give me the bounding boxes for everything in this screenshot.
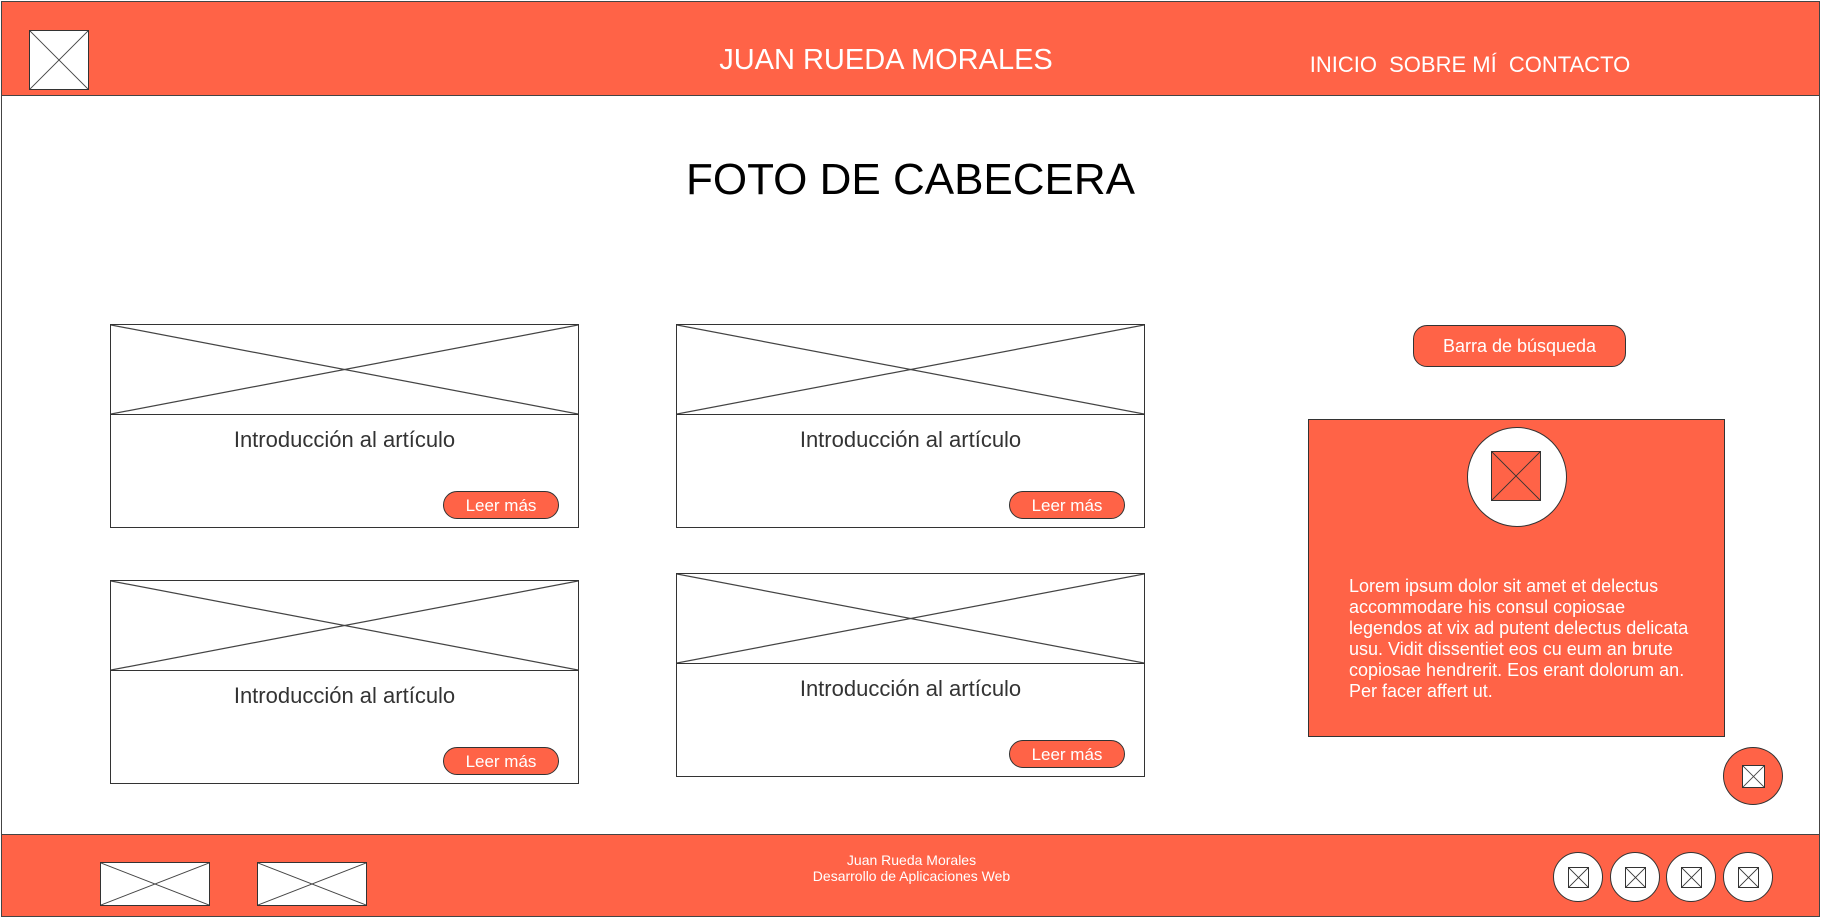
read-more-button[interactable]: Leer más (1009, 491, 1125, 519)
image-placeholder-icon (1681, 867, 1702, 888)
article-image-placeholder-icon (110, 324, 579, 415)
social-link-1[interactable] (1553, 852, 1603, 902)
footer-image-placeholder-icon (100, 862, 210, 906)
social-link-2[interactable] (1610, 852, 1660, 902)
nav-item-inicio[interactable]: INICIO (1310, 52, 1377, 77)
logo-image-placeholder-icon[interactable] (29, 30, 89, 90)
article-card-1: Introducción al artículo Leer más (110, 324, 579, 528)
image-placeholder-icon (1568, 867, 1589, 888)
footer-name: Juan Rueda Morales (846, 852, 977, 868)
article-image-placeholder-icon (676, 573, 1145, 664)
article-image-placeholder-icon (676, 324, 1145, 415)
read-more-button[interactable]: Leer más (443, 747, 559, 775)
avatar-image-placeholder-icon (1491, 451, 1541, 501)
article-card-4: Introducción al artículo Leer más (676, 573, 1145, 777)
image-placeholder-icon (1625, 867, 1646, 888)
main-nav: INICIO SOBRE MÍ CONTACTO (1290, 52, 1650, 78)
article-card-3: Introducción al artículo Leer más (110, 580, 579, 784)
nav-item-sobre-mi[interactable]: SOBRE MÍ (1389, 52, 1497, 77)
profile-bio: Lorem ipsum dolor sit amet et delectus a… (1349, 576, 1689, 701)
search-bar-button[interactable]: Barra de búsqueda (1413, 325, 1626, 367)
footer-subtitle: Desarrollo de Aplicaciones Web (812, 868, 1011, 884)
social-link-3[interactable] (1666, 852, 1716, 902)
article-intro: Introducción al artículo (799, 427, 1022, 452)
read-more-button[interactable]: Leer más (1009, 740, 1125, 768)
social-link-4[interactable] (1723, 852, 1773, 902)
site-title: JUAN RUEDA MORALES (719, 44, 1053, 76)
article-intro: Introducción al artículo (233, 427, 456, 452)
image-placeholder-icon (1742, 765, 1765, 788)
article-image-placeholder-icon (110, 580, 579, 671)
read-more-button[interactable]: Leer más (443, 491, 559, 519)
footer-image-placeholder-icon (257, 862, 367, 906)
nav-item-contacto[interactable]: CONTACTO (1509, 52, 1630, 77)
image-placeholder-icon (1738, 867, 1759, 888)
article-intro: Introducción al artículo (233, 683, 456, 708)
article-intro: Introducción al artículo (799, 676, 1022, 701)
hero-title: FOTO DE CABECERA (685, 155, 1136, 204)
article-card-2: Introducción al artículo Leer más (676, 324, 1145, 528)
